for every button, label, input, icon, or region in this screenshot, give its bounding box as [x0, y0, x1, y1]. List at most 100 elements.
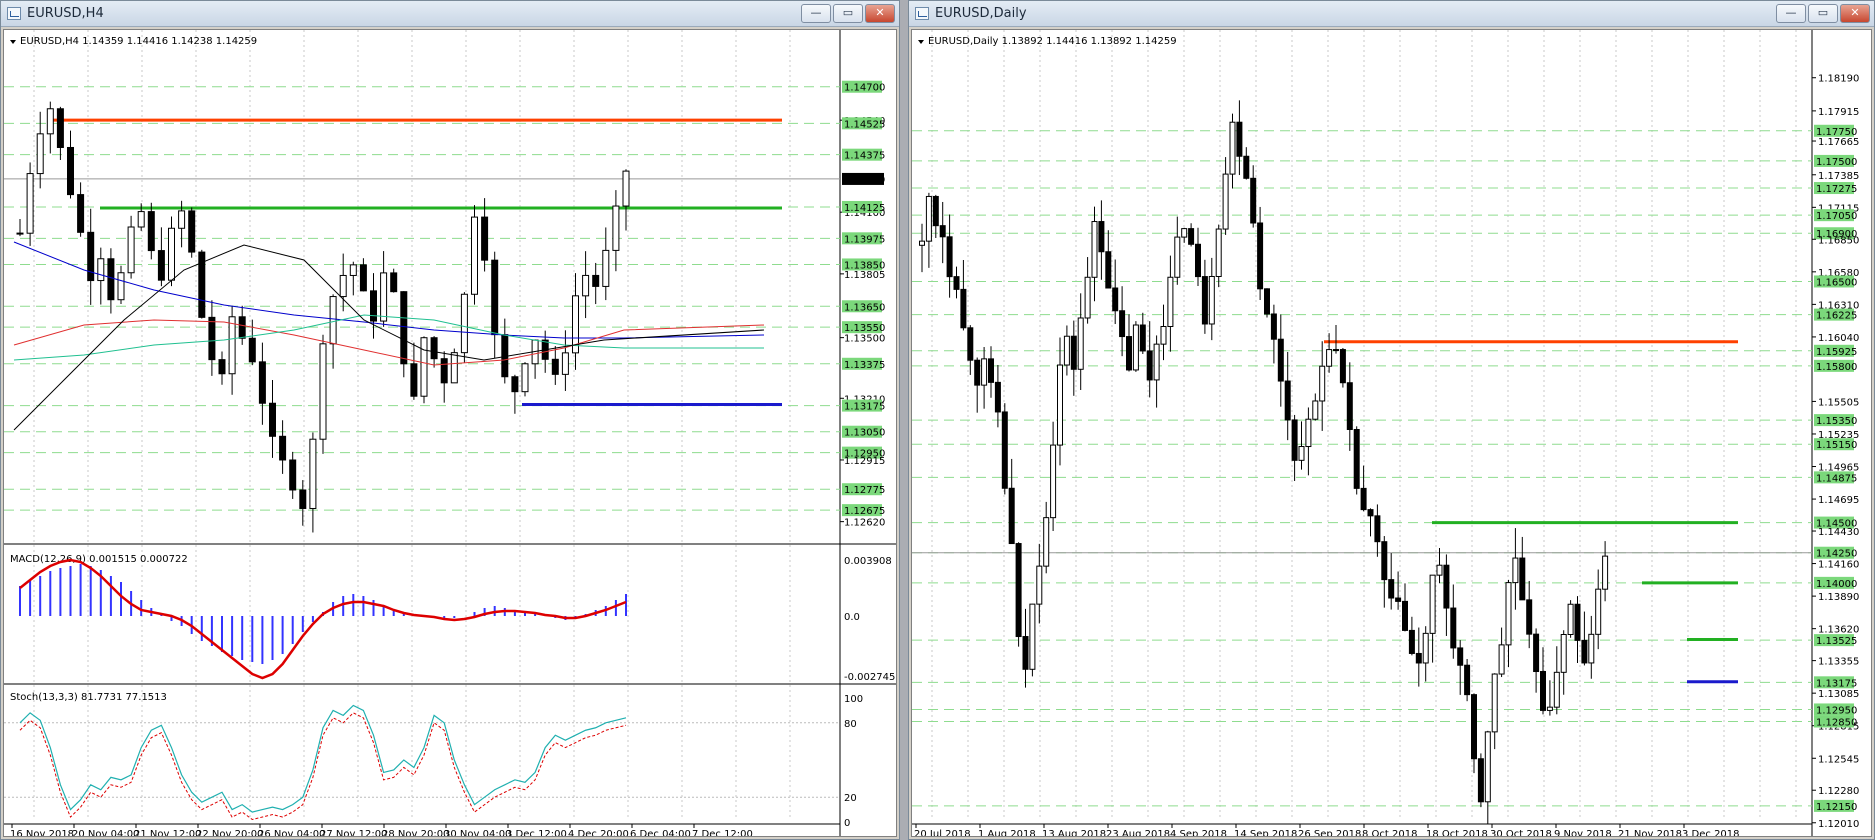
candle-body	[1595, 588, 1602, 635]
price-tick-label: 1.14430	[1818, 527, 1859, 538]
level-label: 1.13550	[844, 323, 885, 334]
candle-body	[1346, 382, 1353, 431]
candle-body	[1339, 349, 1346, 384]
candle-body	[1084, 276, 1091, 319]
candle-body	[1291, 419, 1298, 461]
candle-body	[1208, 275, 1215, 325]
candle-body	[1546, 706, 1553, 711]
h4-chart-area[interactable]: 1.147001.145401.145251.143751.141001.141…	[3, 29, 897, 837]
candle-body	[1001, 411, 1008, 489]
time-tick-label: 30 Oct 2018	[1490, 829, 1552, 837]
time-tick-label: 13 Aug 2018	[1042, 829, 1106, 837]
candle-body	[1077, 317, 1084, 370]
time-tick-label: 20 Nov 04:00	[72, 829, 139, 837]
stoch-scale-label: 80	[844, 719, 857, 730]
candle-body	[471, 216, 478, 295]
macd-info: MACD(12,26,9) 0.001515 0.000722	[10, 554, 188, 565]
candle-body	[1105, 251, 1112, 289]
window-title: EURUSD,Daily	[935, 6, 1027, 21]
candle-body	[1422, 632, 1429, 664]
window-title: EURUSD,H4	[27, 6, 104, 21]
candle-body	[1188, 228, 1195, 245]
h4-chart-canvas[interactable]: 1.147001.145401.145251.143751.141001.141…	[4, 30, 897, 837]
candle-body	[521, 363, 529, 393]
level-label: 1.17050	[1816, 211, 1857, 222]
candle-body	[107, 258, 115, 301]
candle-body	[370, 290, 377, 322]
candle-body	[1429, 574, 1436, 634]
time-tick-label: 18 Oct 2018	[1426, 829, 1488, 837]
candle-body	[1243, 155, 1250, 179]
candle-body	[1526, 599, 1533, 635]
candle-body	[1119, 310, 1126, 338]
candle-body	[1388, 579, 1395, 599]
close-button[interactable]: ✕	[1840, 4, 1870, 23]
daily-window-titlebar[interactable]: EURUSD,Daily — ▭ ✕	[909, 1, 1874, 27]
close-button[interactable]: ✕	[865, 4, 895, 23]
candle-body	[1574, 603, 1581, 641]
chart-info: EURUSD,Daily 1.13892 1.14416 1.13892 1.1…	[928, 36, 1177, 47]
candle-body	[56, 108, 64, 148]
stoch-info: Stoch(13,3,3) 81.7731 77.1513	[10, 692, 167, 703]
time-tick-label: 22 Nov 20:00	[196, 829, 263, 837]
candle-body	[1139, 324, 1146, 352]
chart-window-icon	[7, 7, 21, 20]
candle-body	[117, 272, 125, 301]
candle-body	[77, 194, 85, 233]
level-label: 1.12950	[1816, 705, 1857, 716]
candle-body	[1395, 597, 1402, 602]
candle-body	[612, 205, 620, 251]
candle-body	[1491, 673, 1498, 733]
candle-body	[582, 274, 590, 297]
candle-body	[1160, 326, 1167, 345]
candle-body	[1333, 349, 1339, 352]
h4-chart-window[interactable]: EURUSD,H4 — ▭ ✕ 1.147001.145401.145251.1…	[0, 0, 900, 840]
candle-body	[349, 264, 357, 276]
candle-body	[137, 211, 145, 228]
candle-body	[1588, 633, 1595, 664]
candle-body	[1070, 335, 1077, 370]
daily-chart-area[interactable]: 1.18190 1.17915 1.17750 1.17665 1.17500 1.173…	[911, 29, 1872, 837]
ma-line-black	[13, 244, 765, 431]
minimize-button[interactable]: —	[1776, 4, 1806, 23]
candle-body	[1036, 565, 1043, 605]
level-label: 1.17275	[1816, 184, 1857, 195]
candle-body	[1602, 555, 1609, 590]
price-tick-label: 1.14160	[1818, 560, 1859, 571]
daily-chart-window[interactable]: EURUSD,Daily — ▭ ✕ 1.18190 1.17915 1.17750…	[908, 0, 1875, 840]
time-tick-label: 8 Oct 2018	[1362, 829, 1417, 837]
candle-body	[1498, 644, 1505, 675]
h4-window-titlebar[interactable]: EURUSD,H4 — ▭ ✕	[1, 1, 899, 27]
restore-button[interactable]: ▭	[833, 4, 863, 23]
candle-body	[228, 316, 236, 375]
candle-body	[1008, 487, 1015, 545]
stoch-main-line	[19, 704, 627, 813]
level-label: 1.15150	[1816, 440, 1857, 451]
time-tick-label: 9 Nov 2018	[1554, 829, 1612, 837]
candle-body	[1471, 694, 1477, 760]
candle-body	[1264, 288, 1270, 315]
time-tick-label: 14 Sep 2018	[1234, 829, 1297, 837]
price-tick-label: 1.13890	[1818, 592, 1859, 603]
level-label: 1.13650	[844, 302, 885, 313]
price-tick-label: 1.17665	[1818, 137, 1859, 148]
daily-chart-canvas[interactable]: 1.181901.179151.177501.176651.175001.173…	[912, 30, 1872, 837]
time-tick-label: 21 Nov 12:00	[134, 829, 201, 837]
restore-button[interactable]: ▭	[1808, 4, 1838, 23]
price-tick-label: 1.13620	[1818, 625, 1859, 636]
macd-scale-label: 0.003908	[844, 556, 892, 567]
candle-body	[939, 225, 946, 238]
candle-body	[450, 352, 458, 384]
candle-body	[1457, 647, 1464, 666]
level-label: 1.14375	[844, 151, 885, 162]
candle-body	[67, 146, 74, 196]
candle-body	[1450, 607, 1457, 649]
candle-body	[1284, 380, 1291, 421]
price-tick-label: 1.12915	[844, 456, 885, 467]
candle-body	[1050, 444, 1057, 519]
candle-body	[1126, 336, 1132, 371]
candle-body	[974, 359, 981, 386]
candle-body	[925, 195, 932, 242]
minimize-button[interactable]: —	[801, 4, 831, 23]
price-tick-label: 1.12280	[1818, 786, 1859, 797]
